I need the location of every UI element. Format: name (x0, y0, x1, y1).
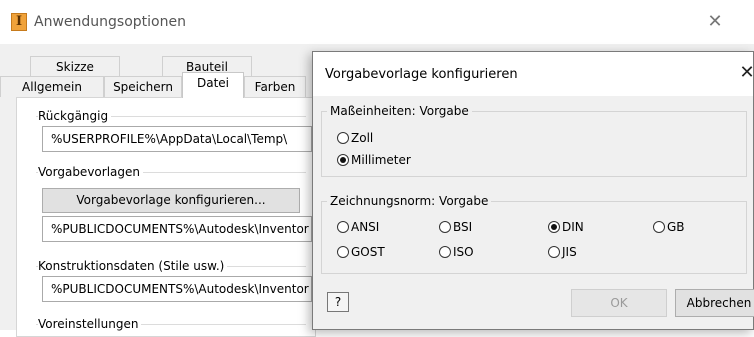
radio-jis[interactable] (548, 245, 560, 258)
templates-group-label: Vorgabevorlagen (38, 164, 143, 180)
standard-gost-radio[interactable]: GOST (337, 243, 385, 261)
standard-legend: Zeichnungsnorm: Vorgabe (327, 194, 492, 208)
tab-skizze[interactable]: Skizze (30, 56, 120, 77)
close-icon[interactable]: ✕ (705, 12, 725, 32)
window-title: Anwendungsoptionen (34, 14, 186, 30)
title-bar: I Anwendungsoptionen ✕ (0, 0, 754, 44)
radio-label: ISO (453, 245, 474, 259)
app-icon-letter: I (15, 14, 23, 29)
standard-jis-radio[interactable]: JIS (548, 243, 577, 261)
close-icon[interactable]: ✕ (737, 62, 754, 84)
units-zoll-radio[interactable]: Zoll (337, 129, 373, 147)
tab-farben[interactable]: Farben (244, 76, 306, 97)
radio-label: JIS (562, 245, 577, 259)
tab-allgemein[interactable]: Allgemein (0, 76, 104, 97)
units-legend: Maßeinheiten: Vorgabe (327, 104, 472, 118)
inventor-app-icon: I (11, 13, 27, 31)
design-data-path-field[interactable]: %PUBLICDOCUMENTS%\Autodesk\Inventor % (42, 276, 312, 302)
radio-ansi[interactable] (337, 220, 349, 233)
configure-template-dialog: Vorgabevorlage konfigurieren ✕ Maßeinhei… (312, 51, 754, 330)
templates-path-field[interactable]: %PUBLICDOCUMENTS%\Autodesk\Inventor % (42, 216, 312, 242)
dialog-title-bar: Vorgabevorlage konfigurieren ✕ (313, 52, 754, 96)
radio-label: Millimeter (351, 153, 411, 167)
undo-group-label: Rückgängig (38, 108, 112, 124)
radio-label: GOST (351, 245, 385, 259)
radio-din[interactable] (548, 220, 560, 233)
radio-label: GB (667, 220, 685, 234)
standard-din-radio[interactable]: DIN (548, 218, 584, 236)
radio-bsi[interactable] (439, 220, 451, 233)
radio-label: DIN (562, 220, 584, 234)
cancel-button[interactable]: Abbrechen (675, 289, 754, 317)
radio-gost[interactable] (337, 245, 349, 258)
radio-zoll[interactable] (337, 131, 349, 144)
radio-label: Zoll (351, 131, 374, 145)
radio-label: ANSI (351, 220, 380, 234)
undo-path-field[interactable]: %USERPROFILE%\AppData\Local\Temp\ (42, 126, 312, 152)
radio-gb[interactable] (653, 220, 665, 233)
standard-fieldset (321, 201, 747, 274)
design-data-group-label: Konstruktionsdaten (Stile usw.) (38, 258, 228, 274)
units-millimeter-radio[interactable]: Millimeter (337, 151, 411, 169)
radio-millimeter[interactable] (337, 153, 349, 166)
standard-iso-radio[interactable]: ISO (439, 243, 474, 261)
dialog-title: Vorgabevorlage konfigurieren (325, 67, 518, 82)
configure-template-button[interactable]: Vorgabevorlage konfigurieren... (42, 188, 300, 213)
standard-ansi-radio[interactable]: ANSI (337, 218, 379, 236)
standard-bsi-radio[interactable]: BSI (439, 218, 472, 236)
tab-speichern[interactable]: Speichern (104, 76, 182, 97)
help-icon[interactable]: ? (327, 292, 349, 312)
radio-label: BSI (453, 220, 473, 234)
ok-button[interactable]: OK (571, 289, 667, 317)
tab-datei[interactable]: Datei (182, 72, 244, 98)
standard-gb-radio[interactable]: GB (653, 218, 685, 236)
radio-iso[interactable] (439, 245, 451, 258)
